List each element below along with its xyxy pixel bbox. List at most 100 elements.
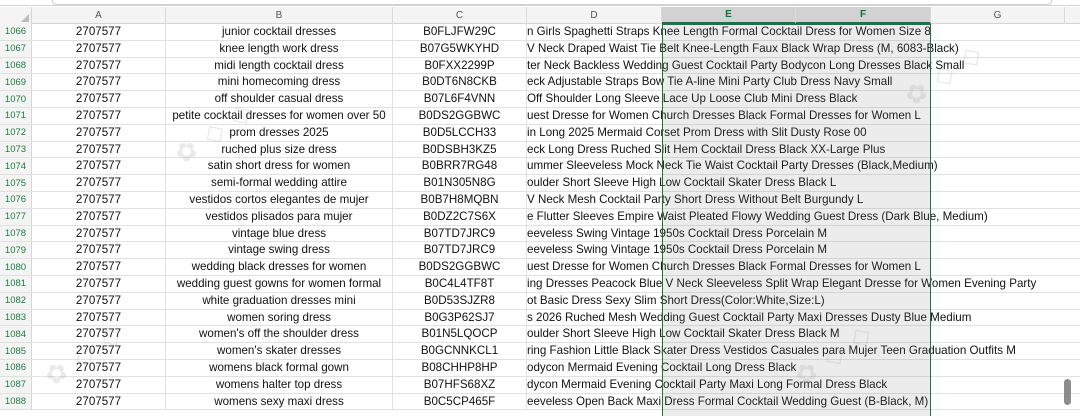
cell-a[interactable]: 2707577 [32,192,166,208]
cell-d[interactable]: Off Shoulder Long Sleeve Lace Up Loose C… [527,91,1057,107]
cell-d[interactable]: e Flutter Sleeves Empire Waist Pleated F… [527,209,1057,225]
cell-a[interactable]: 2707577 [32,74,166,91]
cell-c[interactable]: B0BRR7RG48 [393,158,527,175]
row-number[interactable]: 1074 [0,158,32,175]
cell-c[interactable]: B0DS2GGBWC [393,108,527,124]
row-number[interactable]: 1079 [0,242,32,259]
cell-d[interactable]: s 2026 Ruched Mesh Wedding Guest Cocktai… [527,310,1057,326]
cell-b[interactable]: ruched plus size dress [166,141,393,158]
cell-a[interactable]: 2707577 [32,208,166,225]
cell-c[interactable]: B07TD7JRC9 [393,225,527,242]
row-number[interactable]: 1084 [0,326,32,343]
row-number[interactable]: 1073 [0,141,32,158]
row-number[interactable]: 1071 [0,108,32,124]
cell-c[interactable]: B07L6F4VNN [393,91,527,107]
cell-d[interactable]: ing Dresses Peacock Blue V Neck Sleevele… [527,276,1057,292]
cell-c[interactable]: B0DS2GGBWC [393,259,527,275]
cell-c[interactable]: B07G5WKYHD [393,40,527,57]
row-number[interactable]: 1087 [0,376,32,393]
cell-d[interactable]: eck Adjustable Straps Bow Tie A-line Min… [527,74,1057,90]
cell-d[interactable]: oulder Short Sleeve High Low Cocktail Sk… [527,326,1057,342]
vertical-scrollbar[interactable] [1058,7,1080,416]
cell-c[interactable]: B0DT6N8CKB [393,74,527,91]
cell-d[interactable]: odycon Mermaid Evening Cocktail Long Dre… [527,360,1057,376]
row-number[interactable]: 1075 [0,175,32,191]
cell-c[interactable]: B0DSBH3KZ5 [393,141,527,158]
column-header-e[interactable]: E [662,7,796,24]
cell-b[interactable]: satin short dress for women [166,158,393,175]
cell-b[interactable]: junior cocktail dresses [166,24,393,40]
column-header-f[interactable]: F [796,7,931,24]
column-header-c[interactable]: C [393,7,527,24]
column-header-g[interactable]: G [931,7,1065,24]
row-number[interactable]: 1083 [0,309,32,326]
column-header-b[interactable]: B [166,7,393,24]
cell-b[interactable]: vintage swing dress [166,242,393,259]
cell-d[interactable]: ot Basic Dress Sexy Slim Short Dress(Col… [527,293,1057,309]
row-number[interactable]: 1076 [0,192,32,208]
cell-a[interactable]: 2707577 [32,124,166,141]
cell-d[interactable]: ummer Sleeveless Mock Neck Tie Waist Coc… [527,158,1057,174]
cell-c[interactable]: B01N305N8G [393,175,527,191]
formula-input[interactable] [52,0,1052,5]
cell-b[interactable]: white graduation dresses mini [166,292,393,309]
cell-a[interactable]: 2707577 [32,376,166,393]
select-all-corner[interactable] [0,7,32,24]
cell-b[interactable]: wedding black dresses for women [166,259,393,275]
cell-d[interactable]: uest Dresse for Women Church Dresses Bla… [527,108,1057,124]
cell-a[interactable]: 2707577 [32,276,166,292]
cell-b[interactable]: off shoulder casual dress [166,91,393,107]
cell-d[interactable]: eeveless Open Back Maxi Dress Formal Coc… [527,394,1057,410]
cell-a[interactable]: 2707577 [32,158,166,175]
row-number[interactable]: 1080 [0,259,32,275]
row-number[interactable]: 1082 [0,292,32,309]
cell-d[interactable]: in Long 2025 Mermaid Corset Prom Dress w… [527,125,1057,141]
cell-d[interactable]: V Neck Mesh Cocktail Party Short Dress W… [527,192,1057,208]
cell-b[interactable]: womens sexy maxi dress [166,393,393,410]
cell-a[interactable]: 2707577 [32,175,166,191]
scrollbar-thumb[interactable] [1064,379,1071,405]
cell-b[interactable]: mini homecoming dress [166,74,393,91]
cell-b[interactable]: midi length cocktail dress [166,57,393,74]
row-number[interactable]: 1078 [0,225,32,242]
cell-a[interactable]: 2707577 [32,343,166,359]
row-number[interactable]: 1085 [0,343,32,359]
cell-c[interactable]: B07HFS68XZ [393,376,527,393]
cell-b[interactable]: wedding guest gowns for women formal [166,276,393,292]
cell-b[interactable]: prom dresses 2025 [166,124,393,141]
cell-a[interactable]: 2707577 [32,326,166,343]
cell-a[interactable]: 2707577 [32,57,166,74]
row-number[interactable]: 1088 [0,393,32,410]
row-number[interactable]: 1077 [0,208,32,225]
cell-b[interactable]: knee length work dress [166,40,393,57]
cell-a[interactable]: 2707577 [32,242,166,259]
row-number[interactable]: 1066 [0,24,32,40]
cell-c[interactable]: B0B7H8MQBN [393,192,527,208]
cell-a[interactable]: 2707577 [32,141,166,158]
cell-b[interactable]: women's off the shoulder dress [166,326,393,343]
cell-c[interactable]: B0GCNNKCL1 [393,343,527,359]
cell-b[interactable]: womens black formal gown [166,360,393,376]
cell-a[interactable]: 2707577 [32,259,166,275]
cell-c[interactable]: B0FLJFW29C [393,24,527,40]
cell-c[interactable]: B0FXX2299P [393,57,527,74]
cell-a[interactable]: 2707577 [32,309,166,326]
cell-c[interactable]: B01N5LQOCP [393,326,527,343]
row-number[interactable]: 1067 [0,40,32,57]
cell-d[interactable]: ring Fashion Little Black Skater Dress V… [527,343,1057,359]
row-number[interactable]: 1069 [0,74,32,91]
cell-b[interactable]: vestidos plisados para mujer [166,208,393,225]
cell-a[interactable]: 2707577 [32,40,166,57]
cell-a[interactable]: 2707577 [32,360,166,376]
row-number[interactable]: 1068 [0,57,32,74]
column-header-d[interactable]: D [527,7,662,24]
cell-b[interactable]: womens halter top dress [166,376,393,393]
cell-a[interactable]: 2707577 [32,24,166,40]
cell-d[interactable]: uest Dresse for Women Church Dresses Bla… [527,259,1057,275]
cell-b[interactable]: petite cocktail dresses for women over 5… [166,108,393,124]
cell-d[interactable]: eeveless Swing Vintage 1950s Cocktail Dr… [527,226,1057,242]
cell-c[interactable]: B0D5LCCH33 [393,124,527,141]
cell-d[interactable]: dycon Mermaid Evening Cocktail Party Max… [527,377,1057,393]
cell-c[interactable]: B07TD7JRC9 [393,242,527,259]
cell-a[interactable]: 2707577 [32,393,166,410]
